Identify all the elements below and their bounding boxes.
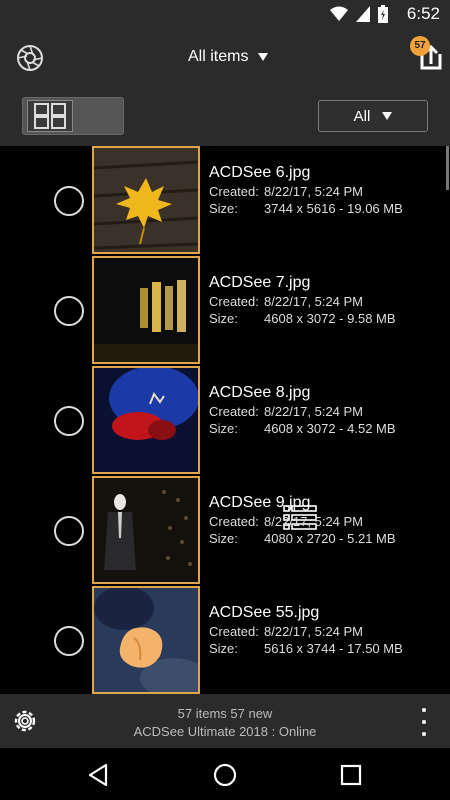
size-label: Size: — [209, 421, 238, 436]
dropdown-arrow-icon — [382, 112, 393, 120]
select-checkbox[interactable] — [54, 296, 84, 326]
status-time: 6:52 — [406, 4, 440, 23]
list-item[interactable]: ACDSee 6.jpg Created: 8/22/17, 5:24 PM Si… — [0, 146, 450, 256]
file-name: ACDSee 8.jpg — [209, 384, 311, 401]
app-title: All items — [188, 48, 249, 65]
select-checkbox[interactable] — [54, 406, 84, 436]
item-info: ACDSee 9.jpg Created: 8/22/17, 5:24 PM Si… — [209, 494, 439, 546]
size-row: Size: 4080 x 2720 - 5.21 MB — [209, 531, 439, 546]
home-icon[interactable] — [212, 762, 238, 788]
size-label: Size: — [209, 531, 238, 546]
filter-label: All — [353, 107, 371, 125]
created-label: Created: — [209, 184, 259, 199]
view-mode-toggle — [22, 97, 317, 530]
item-info: ACDSee 8.jpg Created: 8/22/17, 5:24 PM Si… — [209, 384, 439, 436]
aperture-icon[interactable] — [16, 44, 44, 72]
recents-icon[interactable] — [338, 762, 364, 788]
select-checkbox[interactable] — [54, 626, 84, 656]
created-value: 8/22/17, 5:24 PM — [264, 624, 364, 639]
select-checkbox[interactable] — [54, 186, 84, 216]
wifi-icon — [330, 6, 348, 27]
more-options-icon[interactable] — [418, 708, 430, 736]
size-row: Size: 5616 x 3744 - 17.50 MB — [209, 641, 439, 656]
size-value: 4608 x 3072 - 4.52 MB — [264, 421, 396, 436]
created-value: 8/22/17, 5:24 PM — [264, 514, 364, 529]
file-name: ACDSee 9.jpg — [209, 494, 311, 511]
created-value: 8/22/17, 5:24 PM — [264, 294, 364, 309]
status-icons — [330, 5, 388, 28]
created-row: Created: 8/22/17, 5:24 PM — [209, 624, 439, 639]
list-scrollbar[interactable] — [446, 146, 449, 190]
status-bar: 6:52 — [0, 0, 450, 28]
created-row: Created: 8/22/17, 5:24 PM — [209, 514, 439, 529]
list-item[interactable]: ACDSee 55.jpg Created: 8/22/17, 5:24 PM S… — [0, 586, 450, 694]
created-label: Created: — [209, 624, 259, 639]
list-item[interactable]: ACDSee 7.jpg Created: 8/22/17, 5:24 PM Si… — [0, 256, 450, 366]
battery-icon — [378, 5, 388, 28]
size-row: Size: 4608 x 3072 - 9.58 MB — [209, 311, 439, 326]
select-checkbox[interactable] — [54, 516, 84, 546]
size-row: Size: 3744 x 5616 - 19.06 MB — [209, 201, 439, 216]
created-row: Created: 8/22/17, 5:24 PM — [209, 294, 439, 309]
item-info: ACDSee 6.jpg Created: 8/22/17, 5:24 PM Si… — [209, 164, 439, 216]
thumbnail[interactable] — [92, 146, 200, 254]
size-value: 3744 x 5616 - 19.06 MB — [264, 201, 403, 216]
created-label: Created: — [209, 514, 259, 529]
file-name: ACDSee 55.jpg — [209, 604, 320, 621]
back-icon[interactable] — [86, 762, 112, 788]
signal-icon — [356, 6, 370, 27]
item-info: ACDSee 55.jpg Created: 8/22/17, 5:24 PM S… — [209, 604, 439, 656]
thumbnail[interactable] — [92, 586, 200, 694]
created-value: 8/22/17, 5:24 PM — [264, 184, 364, 199]
created-row: Created: 8/22/17, 5:24 PM — [209, 404, 439, 419]
item-info: ACDSee 7.jpg Created: 8/22/17, 5:24 PM Si… — [209, 274, 439, 326]
size-value: 4608 x 3072 - 9.58 MB — [264, 311, 396, 326]
filter-dropdown[interactable]: All — [318, 100, 428, 132]
upload-button[interactable]: 57 — [410, 36, 446, 74]
size-row: Size: 4608 x 3072 - 4.52 MB — [209, 421, 439, 436]
created-label: Created: — [209, 294, 259, 309]
size-label: Size: — [209, 201, 238, 216]
dropdown-arrow-icon — [258, 53, 269, 61]
created-value: 8/22/17, 5:24 PM — [264, 404, 364, 419]
list-item[interactable]: ACDSee 8.jpg Created: 8/22/17, 5:24 PM Si… — [0, 366, 450, 476]
thumbnail[interactable] — [92, 256, 200, 364]
size-value: 4080 x 2720 - 5.21 MB — [264, 531, 396, 546]
view-toolbar: All — [0, 88, 450, 530]
created-label: Created: — [209, 404, 259, 419]
thumbnail[interactable] — [92, 366, 200, 474]
bottom-bar: 57 items 57 new ACDSee Ultimate 2018 : O… — [0, 694, 450, 748]
grid-view-icon — [34, 103, 66, 129]
account-status: ACDSee Ultimate 2018 : Online — [133, 724, 317, 739]
file-name: ACDSee 6.jpg — [209, 164, 311, 181]
upload-count-badge: 57 — [410, 36, 430, 56]
grid-view-button[interactable] — [27, 100, 73, 132]
size-label: Size: — [209, 641, 238, 656]
items-summary: 57 items 57 new — [177, 706, 273, 721]
thumbnail[interactable] — [92, 476, 200, 584]
file-name: ACDSee 7.jpg — [209, 274, 311, 291]
folder-dropdown[interactable]: All items — [188, 48, 269, 66]
size-label: Size: — [209, 311, 238, 326]
file-list[interactable]: ACDSee 6.jpg Created: 8/22/17, 5:24 PM Si… — [0, 146, 450, 694]
created-row: Created: 8/22/17, 5:24 PM — [209, 184, 439, 199]
list-item[interactable]: ACDSee 9.jpg Created: 8/22/17, 5:24 PM Si… — [0, 476, 450, 586]
system-nav-bar — [0, 748, 450, 800]
app-bar: All items 57 — [0, 28, 450, 88]
size-value: 5616 x 3744 - 17.50 MB — [264, 641, 403, 656]
